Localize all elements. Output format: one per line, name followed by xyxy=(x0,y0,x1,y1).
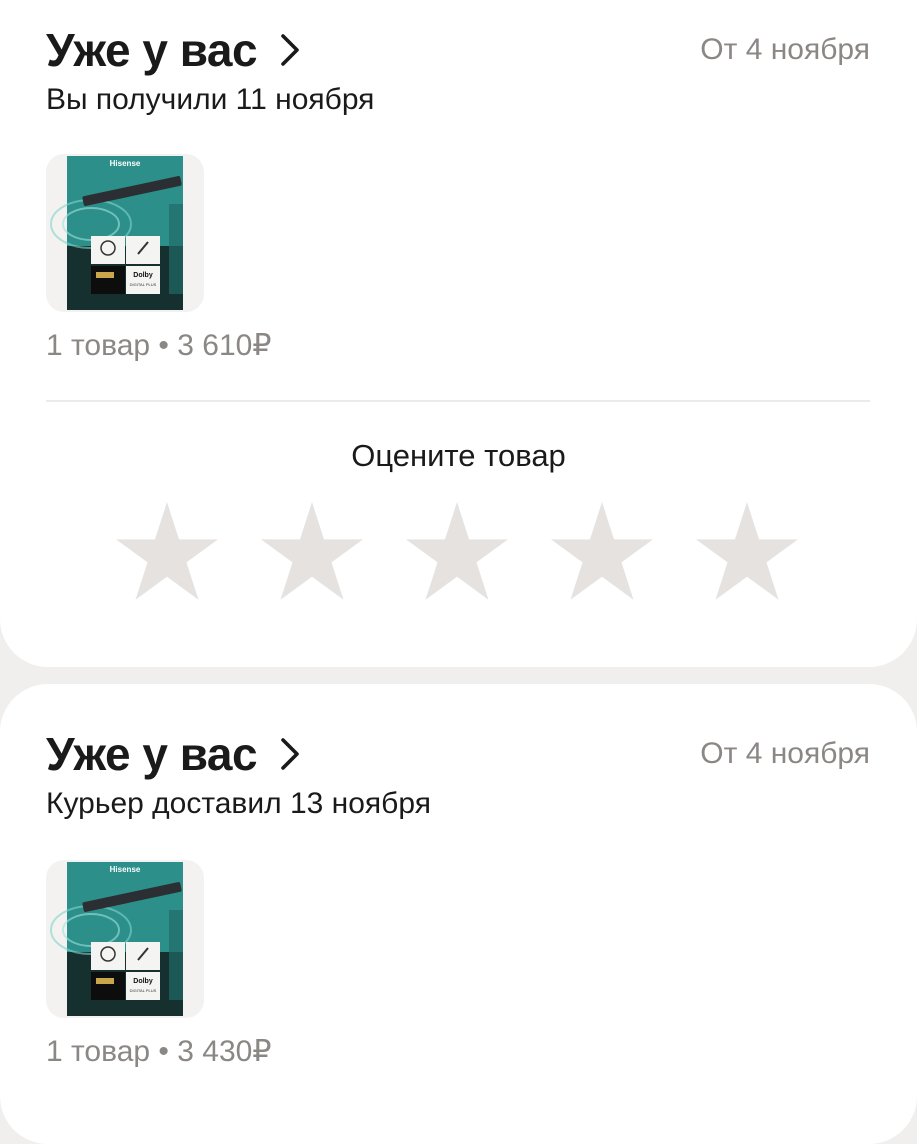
chevron-right-icon xyxy=(279,727,305,781)
order-card: Уже у вас От 4 ноября Курьер доставил 13… xyxy=(0,684,917,1144)
product-badge-sub-text: DIGITAL PLUS xyxy=(130,988,157,993)
divider xyxy=(46,400,870,402)
star-icon[interactable] xyxy=(406,502,508,600)
product-thumbnail[interactable]: Hisense Dolby DIGITAL PLUS xyxy=(46,860,204,1018)
star-icon[interactable] xyxy=(116,502,218,600)
order-status: Курьер доставил 13 ноября xyxy=(46,787,431,820)
star-icon[interactable] xyxy=(696,502,798,600)
order-title-link[interactable]: Уже у вас xyxy=(46,727,305,781)
order-title: Уже у вас xyxy=(46,728,258,780)
rate-product-label: Оцените товар xyxy=(351,438,566,473)
product-badge-sub-text: DIGITAL PLUS xyxy=(130,282,157,287)
product-thumbnail[interactable]: Hisense Dolby DIGITAL PLUS xyxy=(46,154,204,312)
order-card: Уже у вас От 4 ноября Вы получили 11 ноя… xyxy=(0,0,917,667)
star-icon[interactable] xyxy=(551,502,653,600)
product-brand-text: Hisense xyxy=(110,159,141,168)
order-summary: 1 товар • 3 430₽ xyxy=(46,1035,272,1068)
chevron-right-icon xyxy=(279,23,305,77)
order-date-range: От 4 ноября xyxy=(700,737,870,770)
order-status: Вы получили 11 ноября xyxy=(46,83,375,116)
order-date-range: От 4 ноября xyxy=(700,33,870,66)
product-badge-text: Dolby xyxy=(133,272,153,279)
product-brand-text: Hisense xyxy=(110,865,141,874)
order-summary: 1 товар • 3 610₽ xyxy=(46,329,272,362)
order-title: Уже у вас xyxy=(46,24,258,76)
star-rating xyxy=(116,502,798,600)
order-title-link[interactable]: Уже у вас xyxy=(46,23,305,77)
product-badge-text: Dolby xyxy=(133,978,153,985)
star-icon[interactable] xyxy=(261,502,363,600)
